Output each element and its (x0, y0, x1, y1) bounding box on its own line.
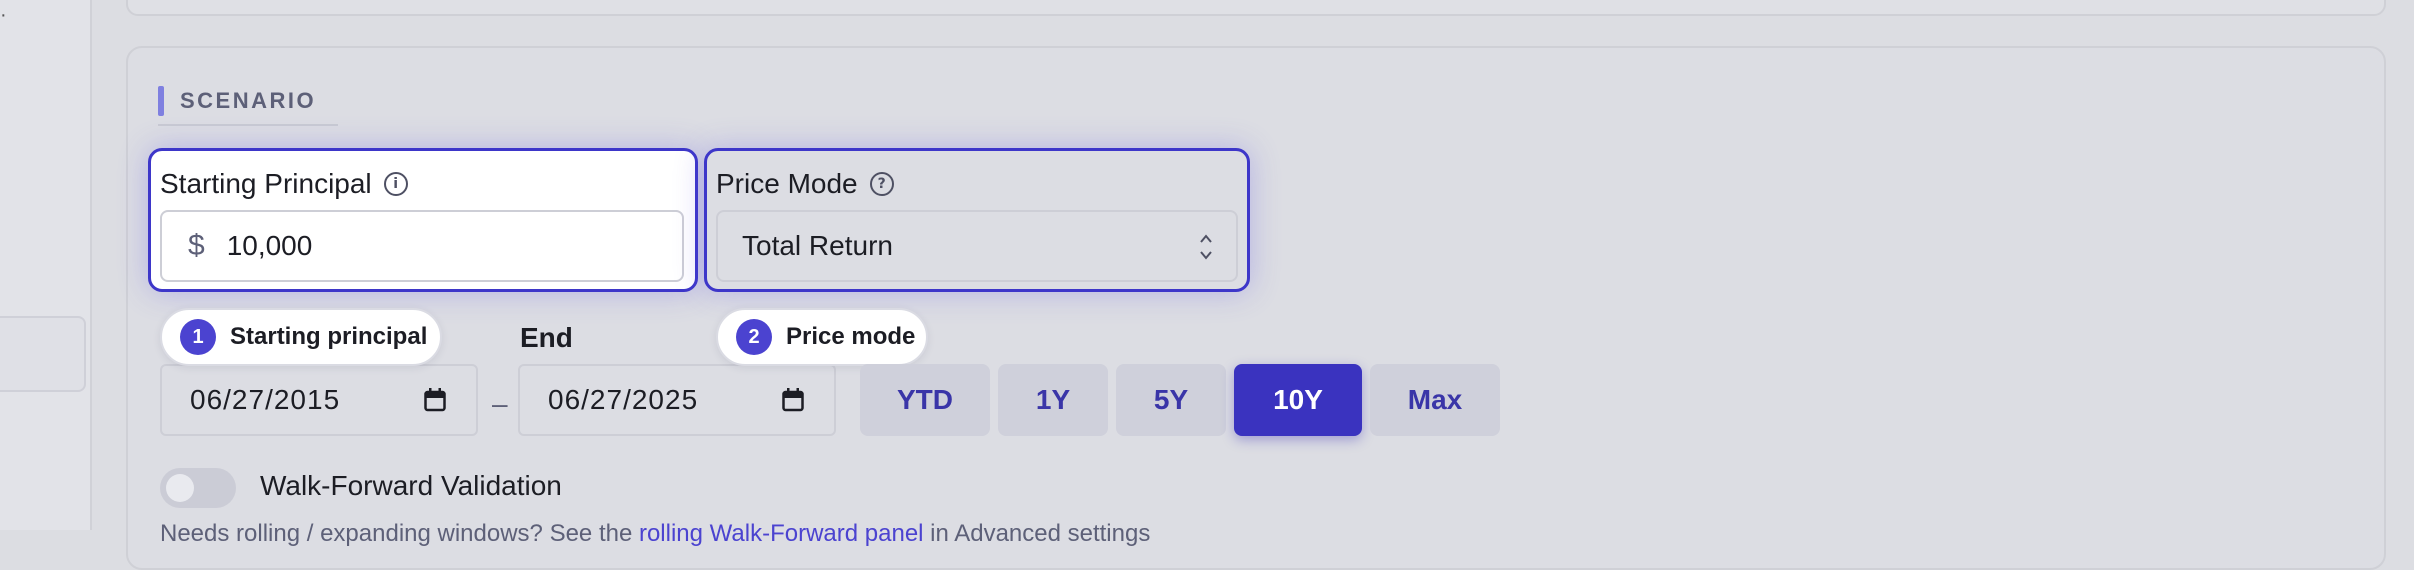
walk-forward-label: Walk-Forward Validation (260, 470, 562, 501)
callout-text: Price mode (786, 323, 916, 350)
start-date-value[interactable]: 06/27/2015 (190, 384, 340, 416)
price-mode-label-text: Price Mode (716, 168, 858, 199)
price-mode-value: Total Return (742, 230, 893, 261)
price-mode-label: Price Mode ? (716, 168, 894, 200)
helper-text: Needs rolling / expanding windows? See t… (160, 520, 1150, 548)
section-accent-bar (158, 86, 164, 116)
range-button-5y[interactable]: 5Y (1116, 364, 1226, 436)
calendar-icon[interactable] (424, 388, 446, 412)
range-button-10y[interactable]: 10Y (1234, 364, 1362, 436)
calendar-icon[interactable] (782, 388, 804, 412)
helper-text-before: Needs rolling / expanding windows? See t… (160, 520, 639, 547)
callout-text: Starting principal (230, 323, 428, 350)
callout-starting-principal: 1 Starting principal (160, 308, 442, 366)
section-header: SCENARIO (158, 78, 339, 126)
price-mode-select[interactable]: Total Return (716, 210, 1238, 282)
principal-label: Starting Principal i (160, 168, 408, 200)
sidebar-item[interactable] (0, 316, 86, 392)
range-button-1y[interactable]: 1Y (998, 364, 1108, 436)
walk-forward-panel-link[interactable]: rolling Walk-Forward panel (639, 520, 924, 547)
currency-symbol: $ (188, 229, 205, 262)
end-date-label: End (520, 322, 573, 353)
callout-price-mode: 2 Price mode (716, 308, 928, 366)
walk-forward-toggle[interactable] (160, 468, 236, 508)
left-rail: · (0, 0, 92, 530)
chevron-updown-icon (1200, 234, 1212, 260)
toggle-knob (166, 474, 194, 502)
end-date-value[interactable]: 06/27/2025 (548, 384, 698, 416)
date-separator: – (492, 388, 508, 419)
question-icon[interactable]: ? (869, 172, 894, 196)
principal-input[interactable]: $ 10,000 (160, 210, 684, 282)
end-date-input[interactable]: 06/27/2025 (518, 364, 836, 436)
info-icon[interactable]: i (383, 172, 408, 196)
start-date-input[interactable]: 06/27/2015 (160, 364, 478, 436)
principal-label-text: Starting Principal (160, 168, 372, 199)
section-title: SCENARIO (180, 88, 317, 113)
helper-text-after: in Advanced settings (923, 520, 1151, 547)
rail-glyph: · (0, 4, 7, 26)
principal-value[interactable]: 10,000 (227, 230, 313, 262)
previous-card (126, 0, 2386, 16)
callout-number-badge: 1 (180, 319, 216, 355)
range-button-max[interactable]: Max (1370, 364, 1500, 436)
range-button-ytd[interactable]: YTD (860, 364, 990, 436)
callout-number-badge: 2 (736, 319, 772, 355)
